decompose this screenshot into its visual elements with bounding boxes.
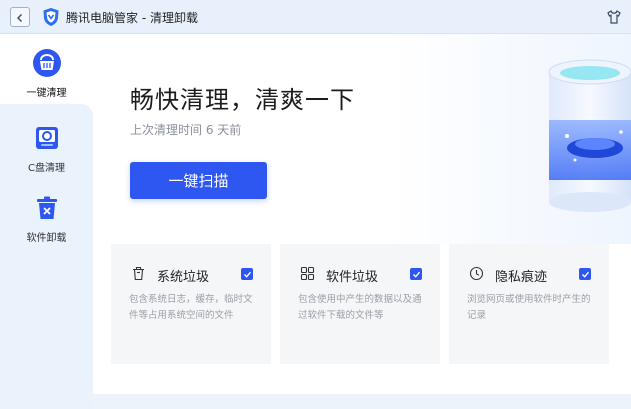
cleaning-device-illustration-icon bbox=[545, 52, 631, 212]
window-title: 腾讯电脑管家 - 清理卸载 bbox=[66, 11, 198, 25]
sidebar-item-label: C盘清理 bbox=[28, 163, 65, 174]
checkbox-checked-icon[interactable] bbox=[579, 268, 591, 280]
title-bar: 腾讯电脑管家 - 清理卸载 bbox=[0, 0, 631, 34]
card-description: 包含系统日志，缓存，临时文件等占用系统空间的文件 bbox=[129, 294, 253, 321]
sidebar-item-one-click-clean[interactable]: 一键清理 bbox=[0, 34, 93, 104]
bottom-strip bbox=[93, 394, 631, 409]
category-card-system-junk[interactable]: 系统垃圾 包含系统日志，缓存，临时文件等占用系统空间的文件 bbox=[111, 244, 271, 364]
card-title: 系统垃圾 bbox=[157, 270, 210, 285]
page-headline: 畅快清理，清爽一下 bbox=[130, 86, 355, 114]
main-content: 畅快清理，清爽一下 上次清理时间 6 天前 一键扫描 系统垃圾 包含系统日志，缓… bbox=[93, 34, 631, 409]
card-description: 包含使用中产生的数据以及通过软件下载的文件等 bbox=[298, 294, 422, 321]
sidebar-item-c-drive-clean[interactable]: C盘清理 bbox=[0, 109, 93, 179]
tshirt-icon[interactable] bbox=[606, 9, 622, 25]
clock-icon bbox=[469, 266, 484, 281]
back-button[interactable] bbox=[10, 7, 30, 27]
sidebar: 一键清理 C盘清理 软件卸载 bbox=[0, 34, 93, 409]
card-title: 隐私痕迹 bbox=[495, 270, 548, 285]
sidebar-item-label: 一键清理 bbox=[26, 88, 67, 99]
last-clean-time: 上次清理时间 6 天前 bbox=[130, 123, 242, 137]
app-grid-icon bbox=[300, 266, 315, 281]
card-description: 浏览网页或使用软件时产生的记录 bbox=[467, 294, 591, 321]
checkbox-checked-icon[interactable] bbox=[410, 268, 422, 280]
broom-icon bbox=[32, 48, 62, 78]
category-card-privacy-traces[interactable]: 隐私痕迹 浏览网页或使用软件时产生的记录 bbox=[449, 244, 609, 364]
sidebar-item-label: 软件卸载 bbox=[26, 233, 67, 244]
checkbox-checked-icon[interactable] bbox=[241, 268, 253, 280]
category-card-software-junk[interactable]: 软件垃圾 包含使用中产生的数据以及通过软件下载的文件等 bbox=[280, 244, 440, 364]
card-title: 软件垃圾 bbox=[326, 270, 379, 285]
chevron-left-icon bbox=[15, 8, 25, 27]
one-click-scan-button[interactable]: 一键扫描 bbox=[130, 162, 267, 199]
tencent-shield-logo-icon bbox=[42, 7, 60, 27]
trash-can-icon bbox=[131, 266, 146, 281]
trash-bin-icon bbox=[32, 193, 62, 223]
disk-c-icon bbox=[32, 123, 62, 153]
sidebar-item-software-uninstall[interactable]: 软件卸载 bbox=[0, 179, 93, 249]
